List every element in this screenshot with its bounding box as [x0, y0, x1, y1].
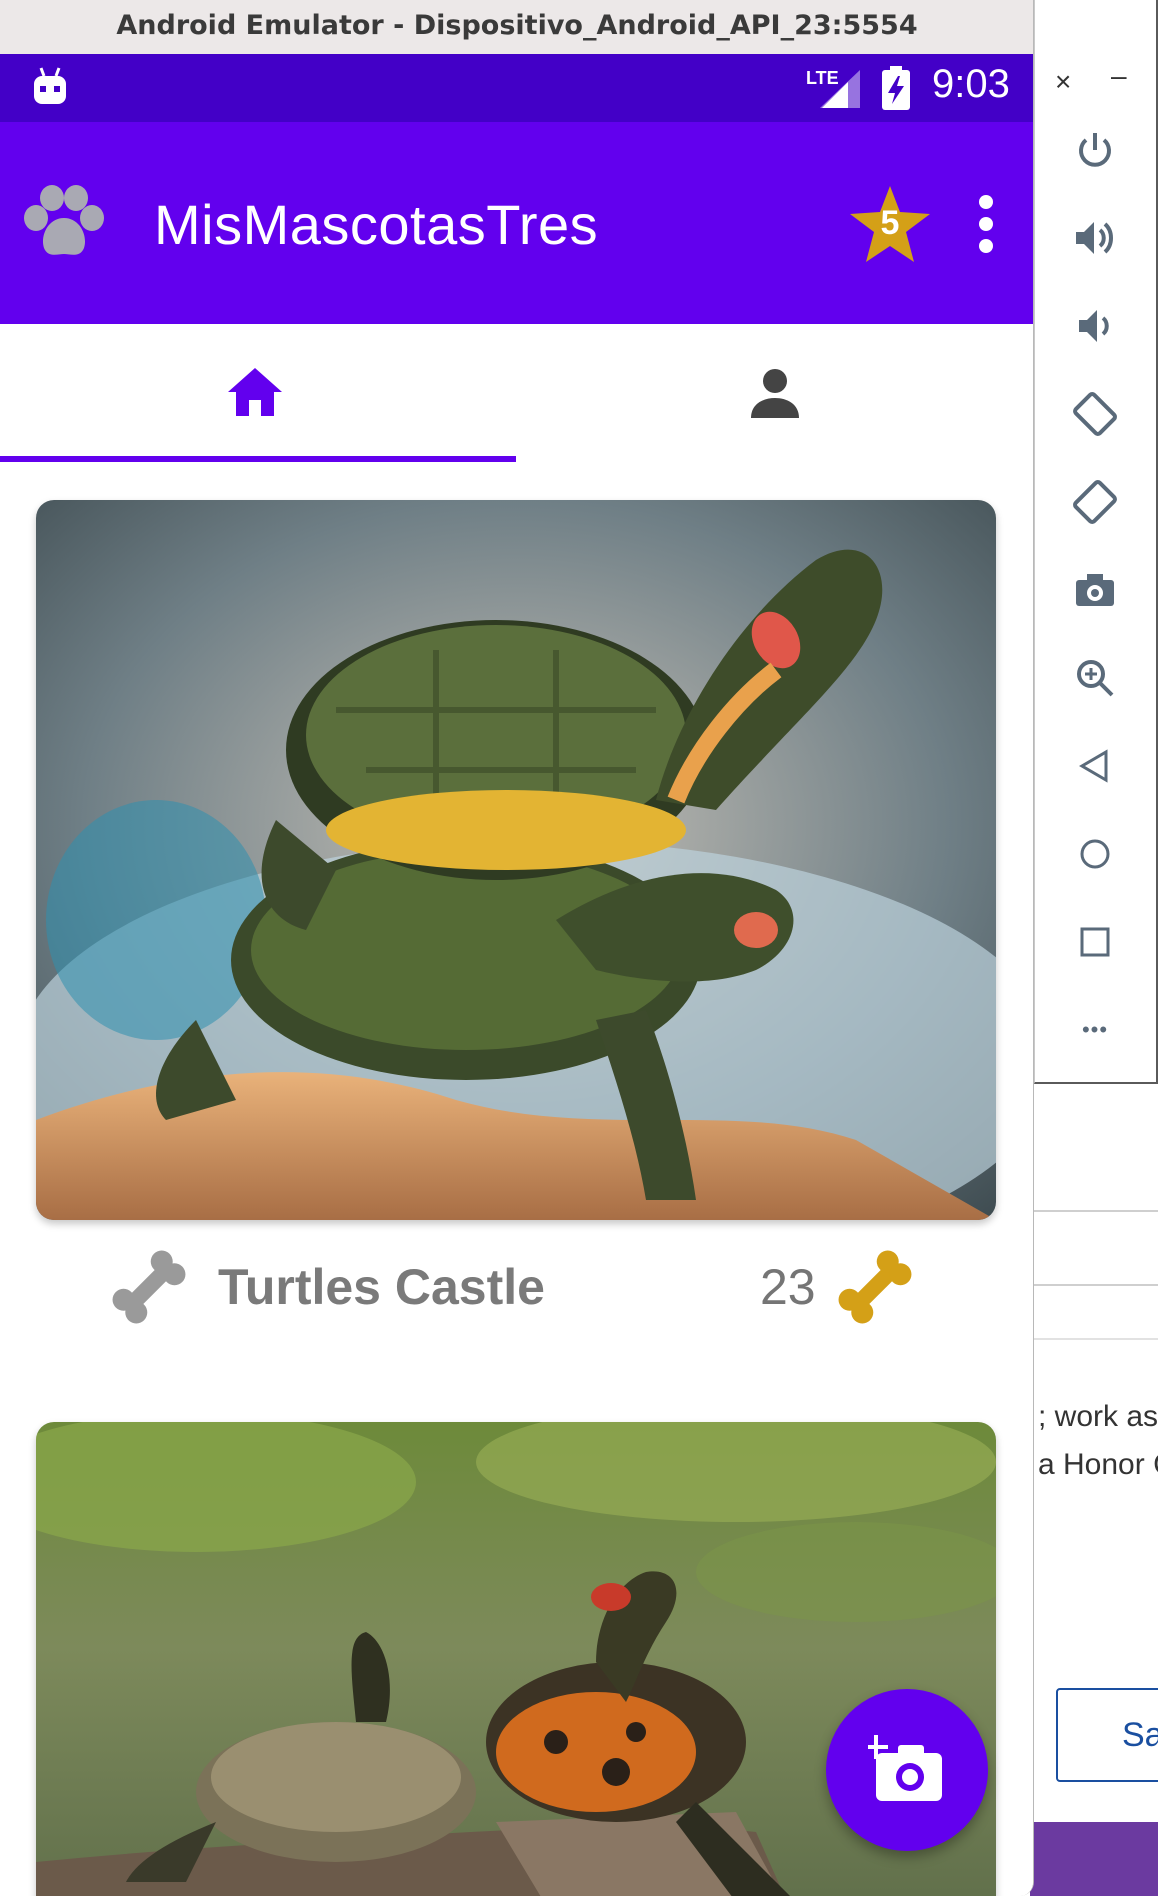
paw-icon: [24, 185, 104, 255]
volume-down-icon: [1079, 310, 1109, 342]
svg-text:LTE: LTE: [806, 68, 839, 88]
volume-up-icon: [1076, 222, 1113, 254]
divider: [1030, 1284, 1158, 1286]
close-button[interactable]: ×: [1055, 66, 1071, 98]
pet-info-row: Turtles Castle 23: [36, 1230, 996, 1340]
divider: [1030, 1210, 1158, 1212]
more-icon: •••: [1081, 1017, 1109, 1042]
favorites-star-button[interactable]: 5: [848, 184, 932, 264]
more-vert-icon[interactable]: [978, 194, 994, 254]
zoom-button[interactable]: [1067, 650, 1123, 706]
rotate-right-icon: [1073, 480, 1117, 524]
status-time: 9:03: [932, 62, 1010, 106]
background-footer-bar: [1030, 1822, 1158, 1896]
rotate-left-icon: [1073, 392, 1117, 436]
android-debug-icon: [34, 67, 66, 104]
screenshot-button[interactable]: [1067, 562, 1123, 618]
volume-down-button[interactable]: [1067, 298, 1123, 354]
bone-gold-icon: [838, 1250, 912, 1324]
camera-icon: [1076, 574, 1114, 606]
person-icon: [751, 369, 799, 418]
zoom-icon: [1077, 660, 1114, 697]
back-button[interactable]: [1067, 738, 1123, 794]
stacked-turtles-photo[interactable]: [36, 500, 996, 1220]
app-title: MisMascotasTres: [154, 193, 599, 256]
battery-charging-icon: [882, 66, 910, 110]
pet-name: Turtles Castle: [218, 1259, 545, 1315]
emulator-toolbar: × – •••: [1034, 0, 1158, 1084]
tab-bar: [0, 324, 1033, 462]
add-photo-button[interactable]: [826, 1689, 988, 1851]
tab-home[interactable]: [0, 324, 517, 462]
app-bar: MisMascotasTres 5: [0, 122, 1033, 324]
divider: [1030, 1338, 1158, 1340]
home-button[interactable]: [1067, 826, 1123, 882]
volume-up-button[interactable]: [1067, 210, 1123, 266]
signal-lte-icon: LTE: [806, 68, 860, 108]
overview-button[interactable]: [1067, 914, 1123, 970]
rotate-right-button[interactable]: [1067, 474, 1123, 530]
window-title: Android Emulator - Dispositivo_Android_A…: [116, 10, 918, 41]
back-icon: [1079, 749, 1108, 783]
more-button[interactable]: •••: [1067, 1002, 1123, 1058]
background-save-button[interactable]: Sa: [1056, 1688, 1158, 1782]
tab-profile[interactable]: [517, 324, 1033, 462]
rotate-left-button[interactable]: [1067, 386, 1123, 442]
bone-icon[interactable]: [104, 1242, 194, 1332]
background-text-line: a Honor C: [1038, 1448, 1158, 1481]
home-icon: [228, 368, 282, 416]
background-text-line: ; work as r: [1038, 1400, 1158, 1433]
minimize-button[interactable]: –: [1111, 60, 1127, 92]
like-count: 23: [760, 1259, 816, 1315]
power-icon: [1079, 133, 1111, 167]
window-titlebar[interactable]: Android Emulator - Dispositivo_Android_A…: [0, 0, 1033, 54]
pets-feed: Turtles Castle 23: [0, 462, 1033, 1896]
power-button[interactable]: [1067, 122, 1123, 178]
pet-card: Turtles Castle 23: [36, 500, 996, 1324]
home-circle-icon: [1080, 839, 1110, 869]
overview-icon: [1080, 927, 1110, 957]
add-photo-icon: [868, 1735, 942, 1801]
favorites-count: 5: [880, 204, 900, 242]
emulator-window: Android Emulator - Dispositivo_Android_A…: [0, 0, 1034, 1896]
android-status-bar: LTE 9:03: [0, 54, 1033, 122]
